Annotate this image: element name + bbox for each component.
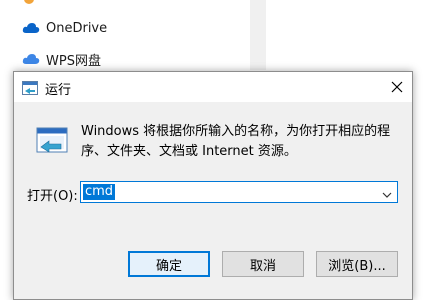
run-dialog: 运行 Windows 将根据你所输入的名称，为你打开相应的程序、文件夹、文档或 … <box>13 71 413 300</box>
wps-cloud-icon <box>22 52 40 66</box>
run-program-icon <box>34 127 70 157</box>
cancel-button[interactable]: 取消 <box>222 251 304 277</box>
partial-folder-icon <box>24 0 34 4</box>
nav-item-wps[interactable]: WPS网盘 <box>22 48 101 70</box>
run-title-icon <box>22 80 38 95</box>
close-button[interactable] <box>385 75 409 99</box>
dialog-title: 运行 <box>45 83 72 98</box>
close-icon <box>391 81 403 93</box>
browse-button[interactable]: 浏览(B)... <box>316 251 398 277</box>
nav-item-label: WPS网盘 <box>46 53 101 69</box>
ok-button[interactable]: 确定 <box>128 251 210 277</box>
open-label: 打开(O): <box>27 189 78 204</box>
nav-item-label: OneDrive <box>46 20 108 36</box>
open-input-value[interactable]: cmd <box>83 184 116 200</box>
content-pane <box>266 0 429 70</box>
nav-scrollbar[interactable] <box>250 0 266 70</box>
onedrive-cloud-icon <box>22 21 40 35</box>
chevron-down-icon[interactable] <box>381 186 393 198</box>
dialog-description: Windows 将根据你所输入的名称，为你打开相应的程序、文件夹、文档或 Int… <box>81 124 391 159</box>
dialog-titlebar[interactable]: 运行 <box>14 72 412 102</box>
nav-item-onedrive[interactable]: OneDrive <box>22 17 107 39</box>
open-combobox[interactable]: cmd <box>80 181 398 203</box>
